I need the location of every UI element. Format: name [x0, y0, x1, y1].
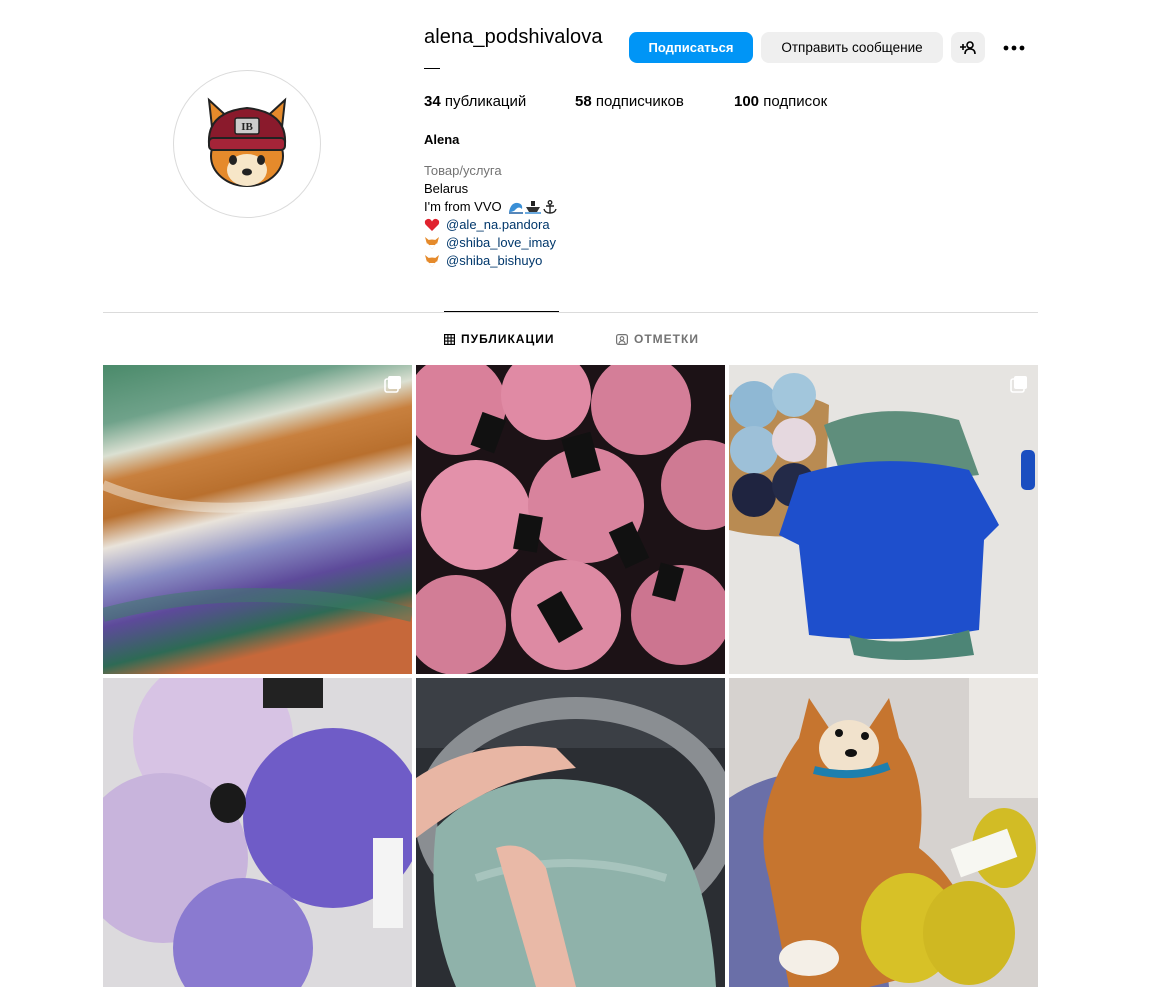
wave-emoji-icon	[508, 202, 523, 214]
shiba-avatar-icon: IB	[197, 94, 297, 194]
fox-emoji-icon	[425, 255, 439, 267]
bio-link-row: @shiba_love_imay	[424, 234, 558, 252]
bio-line-from: I'm from VVO	[424, 198, 558, 216]
tag-person-icon	[616, 333, 628, 345]
fox-emoji-icon	[425, 237, 439, 249]
profile-display-name: Alena	[424, 132, 460, 147]
multiple-photos-icon	[384, 376, 401, 393]
bio-link-shiba-love-imay[interactable]: @shiba_love_imay	[446, 234, 556, 252]
multiple-photos-icon	[1010, 376, 1027, 393]
suggest-users-button[interactable]	[951, 32, 985, 63]
bio-link-ale-na-pandora[interactable]: @ale_na.pandora	[446, 216, 550, 234]
pink-yarn-image	[416, 365, 725, 674]
post-tile-blue-sweater[interactable]	[729, 365, 1038, 674]
tab-posts[interactable]: ПУБЛИКАЦИИ	[444, 332, 554, 346]
blue-sweater-image	[729, 365, 1038, 674]
post-tile-sparkle-knit[interactable]	[416, 678, 725, 987]
more-options-button[interactable]	[996, 32, 1032, 63]
add-person-icon	[960, 40, 976, 54]
more-icon	[1003, 45, 1025, 50]
ship-emoji-icon	[524, 201, 541, 214]
follow-button[interactable]: Подписаться	[629, 32, 753, 63]
username-underline	[424, 68, 440, 69]
post-tile-shiba-yellow-yarn[interactable]	[729, 678, 1038, 987]
red-heart-emoji-icon	[424, 218, 440, 231]
svg-text:IB: IB	[241, 121, 253, 133]
send-message-button[interactable]: Отправить сообщение	[761, 32, 943, 63]
profile-category: Товар/услуга	[424, 163, 502, 178]
grid-icon	[444, 333, 455, 345]
bio-link-row: @shiba_bishuyo	[424, 252, 558, 270]
tabs-divider	[103, 312, 1038, 313]
bio-line-location: Belarus	[424, 181, 469, 196]
profile-avatar[interactable]: IB	[173, 70, 321, 218]
post-tile-pink-yarn[interactable]	[416, 365, 725, 674]
anchor-emoji-icon	[542, 200, 557, 214]
post-tile-striped-mohair[interactable]	[103, 365, 412, 674]
active-tab-indicator	[444, 311, 559, 312]
striped-sweater-image	[103, 365, 412, 674]
post-tile-purple-yarn[interactable]	[103, 678, 412, 987]
shiba-dog-yarn-image	[729, 678, 1038, 987]
profile-bio: Товар/услуга Belarus I'm from VVO @ale_n…	[424, 162, 558, 270]
bio-link-shiba-bishuyo[interactable]: @shiba_bishuyo	[446, 252, 542, 270]
posts-count: 34 публикаций	[424, 93, 527, 110]
sparkle-knit-car-image	[416, 678, 725, 987]
following-link[interactable]: 100 подписок	[734, 93, 827, 110]
followers-link[interactable]: 58 подписчиков	[575, 93, 684, 110]
purple-yarn-image	[103, 678, 412, 987]
bio-link-row: @ale_na.pandora	[424, 216, 558, 234]
profile-username: alena_podshivalova	[424, 26, 603, 48]
tab-tagged[interactable]: ОТМЕТКИ	[616, 332, 699, 346]
